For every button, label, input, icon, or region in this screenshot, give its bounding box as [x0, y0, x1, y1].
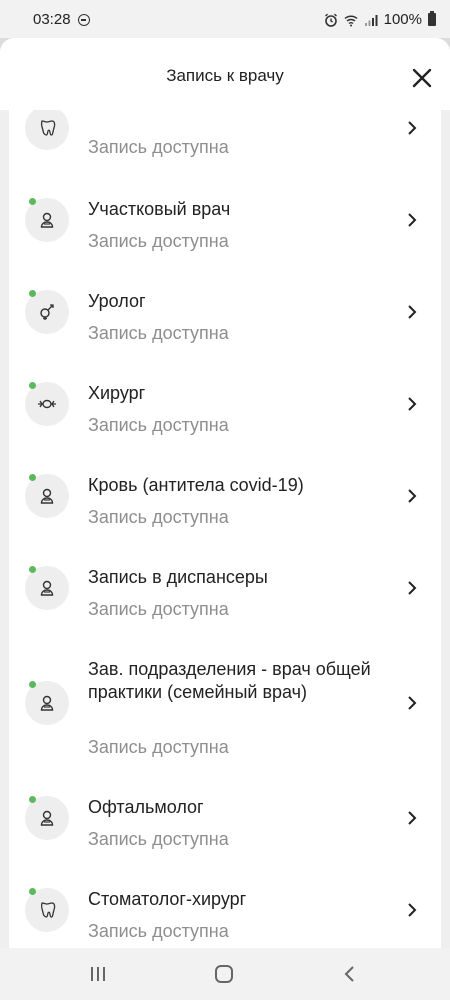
item-title: Участковый врач [88, 199, 231, 219]
chevron-right-icon [408, 213, 417, 227]
recents-icon [91, 967, 105, 981]
chevron-right-icon [408, 581, 417, 595]
doctor-icon [40, 810, 54, 826]
chevron-right-icon [408, 121, 417, 135]
home-icon [215, 965, 233, 983]
signal-icon [364, 14, 378, 26]
chevron-right-icon [408, 696, 417, 710]
availability-dot [29, 382, 36, 389]
content-area: Запись доступна Участковый врач Запись д… [0, 110, 450, 948]
item-status: Запись доступна [88, 231, 229, 251]
item-status: Запись доступна [88, 323, 229, 343]
item-status: Запись доступна [88, 507, 229, 527]
availability-dot [29, 888, 36, 895]
home-button[interactable] [204, 958, 244, 990]
list-item[interactable]: Уролог Запись доступна [9, 266, 441, 358]
battery-percentage: 100% [383, 11, 422, 28]
close-button[interactable] [404, 60, 440, 96]
status-time: 03:28 [33, 11, 71, 28]
chevron-right-icon [408, 903, 417, 917]
item-title: Стоматолог-хирург [88, 889, 247, 909]
doctor-icon [40, 580, 54, 596]
chevron-right-icon [408, 811, 417, 825]
system-navbar [0, 948, 450, 1000]
close-icon [412, 68, 432, 88]
list-item[interactable]: Зав. подразделения - врач общей практики… [9, 634, 441, 772]
list-item[interactable]: Хирург Запись доступна [9, 358, 441, 450]
availability-dot [29, 566, 36, 573]
item-title: Офтальмолог [88, 797, 204, 817]
item-status: Запись доступна [88, 599, 229, 619]
battery-icon [428, 11, 436, 26]
item-status: Запись доступна [88, 921, 229, 941]
item-icon [25, 110, 69, 150]
modal-header: Запись к врачу [0, 38, 450, 110]
list-item[interactable]: Стоматолог-хирург Запись доступна [9, 864, 441, 948]
gender-icon [40, 304, 54, 320]
dnd-icon [78, 14, 90, 26]
doctor-icon [40, 488, 54, 504]
list-item[interactable]: Кровь (антитела covid-19) Запись доступн… [9, 450, 441, 542]
item-title: Зав. подразделения - врач общей практики… [88, 659, 371, 702]
chevron-right-icon [408, 489, 417, 503]
tooth-icon [40, 902, 56, 918]
chevron-right-icon [408, 305, 417, 319]
availability-dot [29, 796, 36, 803]
list-item[interactable]: Офтальмолог Запись доступна [9, 772, 441, 864]
doctor-icon [40, 695, 54, 711]
recents-button[interactable] [78, 958, 118, 990]
back-button[interactable] [330, 958, 370, 990]
item-title: Запись в диспансеры [88, 567, 268, 587]
surgery-icon [38, 399, 56, 409]
availability-dot [29, 681, 36, 688]
availability-dot [29, 474, 36, 481]
tooth-icon [40, 120, 56, 136]
doctor-icon [40, 212, 54, 228]
status-bar: 03:28 100% [0, 0, 450, 38]
item-title: Уролог [88, 291, 146, 311]
item-title: Кровь (антитела covid-19) [88, 475, 304, 495]
back-icon [344, 966, 354, 982]
list-item[interactable]: Участковый врач Запись доступна [9, 174, 441, 266]
doctor-list: Запись доступна Участковый врач Запись д… [9, 110, 441, 948]
list-item[interactable]: Запись доступна [9, 110, 441, 174]
item-status: Запись доступна [88, 829, 229, 849]
item-status: Запись доступна [88, 415, 229, 435]
doctor-list-card: Запись доступна Участковый врач Запись д… [9, 110, 441, 948]
availability-dot [29, 198, 36, 205]
page-title: Запись к врачу [166, 66, 284, 85]
item-status: Запись доступна [88, 137, 229, 157]
availability-dot [29, 290, 36, 297]
item-status: Запись доступна [88, 737, 229, 757]
wifi-icon [344, 14, 358, 26]
list-item[interactable]: Запись в диспансеры Запись доступна [9, 542, 441, 634]
item-title: Хирург [88, 383, 146, 403]
chevron-right-icon [408, 397, 417, 411]
alarm-icon [324, 13, 337, 27]
